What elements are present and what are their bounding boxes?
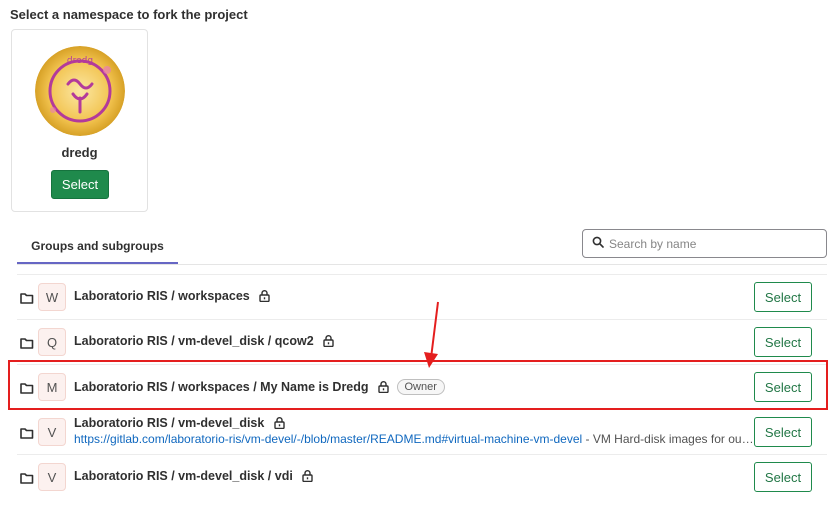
group-avatar: V xyxy=(38,418,66,446)
annotation-arrow-icon xyxy=(424,301,439,368)
select-button[interactable]: Select xyxy=(754,327,812,357)
folder-icon xyxy=(20,471,34,489)
select-button[interactable]: Select xyxy=(754,417,812,447)
folder-icon xyxy=(20,291,34,309)
lock-icon xyxy=(259,290,270,305)
lock-icon xyxy=(274,417,285,432)
namespace-name: dredg xyxy=(61,145,98,160)
row-divider xyxy=(17,454,827,455)
search-icon xyxy=(592,236,604,251)
namespace-avatar: dredg xyxy=(35,46,125,136)
tab-groups-and-subgroups[interactable]: Groups and subgroups xyxy=(17,230,178,264)
group-title-line: Laboratorio RIS / vm-devel_disk xyxy=(74,416,285,432)
group-title[interactable]: Laboratorio RIS / vm-devel_disk / qcow2 xyxy=(74,334,314,348)
annotation-highlight-box xyxy=(8,360,828,410)
tabs-divider xyxy=(17,264,827,265)
group-description-text: - VM Hard-disk images for our virtual ma… xyxy=(585,432,757,446)
group-title[interactable]: Laboratorio RIS / vm-devel_disk xyxy=(74,416,264,430)
select-button[interactable]: Select xyxy=(754,462,812,492)
group-title[interactable]: Laboratorio RIS / workspaces xyxy=(74,289,250,303)
namespace-card: dredg dredg Select xyxy=(11,29,148,212)
row-divider xyxy=(17,274,827,275)
search-input[interactable] xyxy=(609,236,809,251)
lock-icon xyxy=(302,470,313,485)
group-avatar: W xyxy=(38,283,66,311)
folder-icon xyxy=(20,336,34,354)
avatar-logo-text: dredg xyxy=(67,56,93,66)
select-button[interactable]: Select xyxy=(754,282,812,312)
list-item: V Laboratorio RIS / vm-devel_disk / vdi … xyxy=(17,457,827,497)
group-title-line: Laboratorio RIS / workspaces xyxy=(74,289,270,305)
group-description: https://gitlab.com/laboratorio-ris/vm-de… xyxy=(74,432,756,446)
group-description-link[interactable]: https://gitlab.com/laboratorio-ris/vm-de… xyxy=(74,432,582,446)
list-item: V Laboratorio RIS / vm-devel_disk https:… xyxy=(17,412,827,452)
group-title-line: Laboratorio RIS / vm-devel_disk / qcow2 xyxy=(74,334,334,350)
group-title[interactable]: Laboratorio RIS / vm-devel_disk / vdi xyxy=(74,469,293,483)
group-avatar: Q xyxy=(38,328,66,356)
lock-icon xyxy=(323,335,334,350)
group-avatar: V xyxy=(38,463,66,491)
namespace-select-button[interactable]: Select xyxy=(51,170,109,199)
page-heading: Select a namespace to fork the project xyxy=(10,7,248,22)
group-title-line: Laboratorio RIS / vm-devel_disk / vdi xyxy=(74,469,313,485)
search-box[interactable] xyxy=(582,229,827,258)
folder-icon xyxy=(20,426,34,444)
